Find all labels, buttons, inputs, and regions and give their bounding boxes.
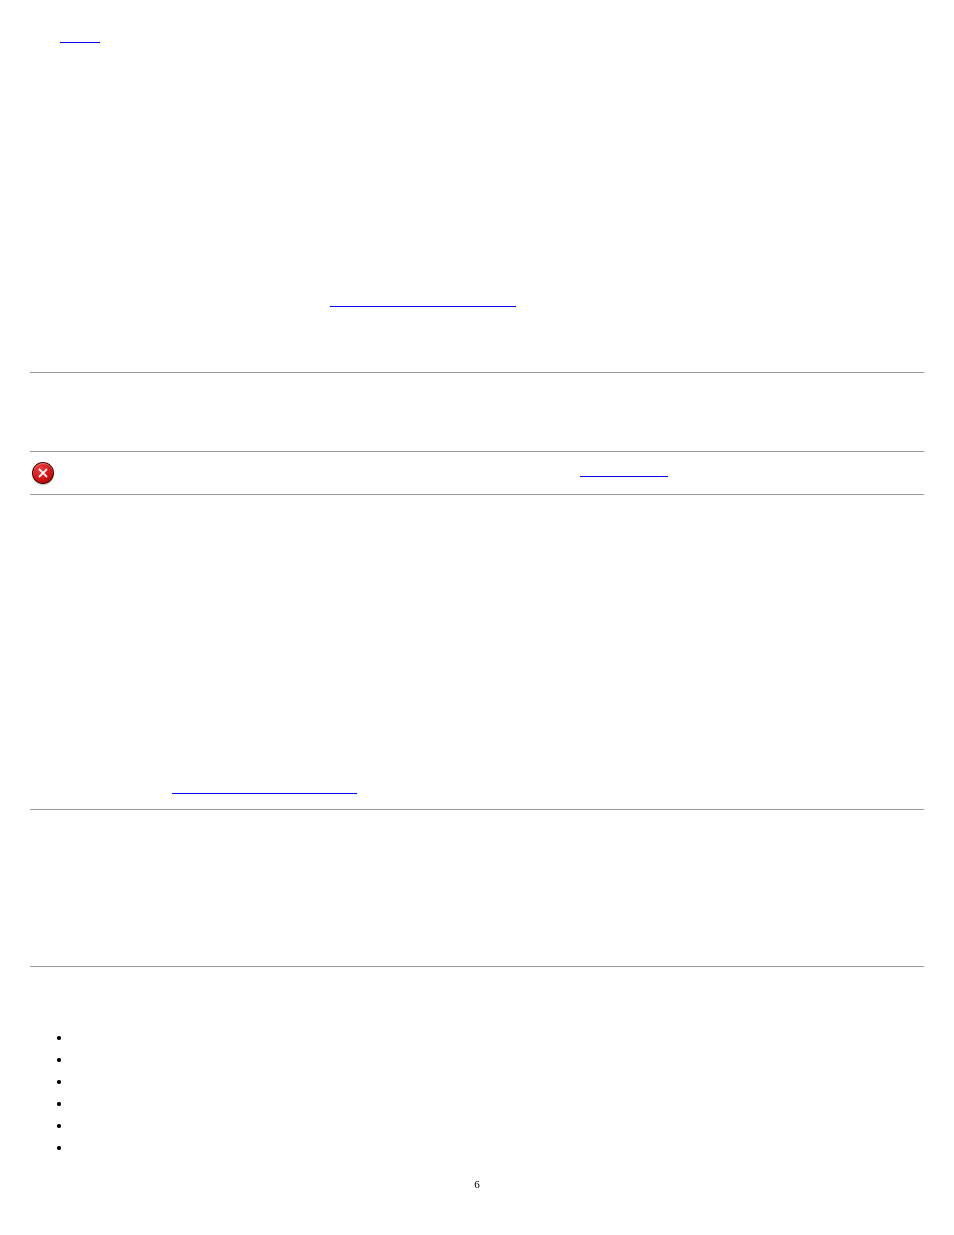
spacer-7 bbox=[30, 967, 924, 1023]
lower-link-row bbox=[172, 781, 924, 799]
spacer-4 bbox=[30, 495, 924, 781]
spacer-6 bbox=[30, 810, 924, 966]
spacer-1 bbox=[30, 48, 924, 294]
top-link[interactable] bbox=[60, 30, 100, 48]
list-item bbox=[72, 1071, 924, 1093]
spacer-2 bbox=[30, 312, 924, 372]
spacer-3 bbox=[30, 373, 924, 451]
error-icon bbox=[32, 462, 54, 484]
list-item bbox=[72, 1027, 924, 1049]
mid-link-text bbox=[330, 294, 516, 307]
notice-row bbox=[30, 452, 924, 494]
lower-link-text bbox=[172, 781, 357, 794]
list-item bbox=[72, 1115, 924, 1137]
mid-link-row bbox=[330, 294, 924, 312]
notice-link[interactable] bbox=[580, 464, 668, 482]
close-x-icon bbox=[38, 468, 48, 478]
lower-link[interactable] bbox=[172, 781, 357, 799]
bullet-list bbox=[30, 1027, 924, 1159]
page: 6 bbox=[0, 0, 954, 1235]
top-link-text bbox=[60, 30, 100, 43]
list-item bbox=[72, 1049, 924, 1071]
top-link-row bbox=[60, 30, 924, 48]
notice-link-text bbox=[580, 464, 668, 477]
spacer-5 bbox=[30, 799, 924, 809]
mid-link[interactable] bbox=[330, 294, 516, 312]
page-number: 6 bbox=[0, 1179, 954, 1191]
list-item bbox=[72, 1093, 924, 1115]
list-item bbox=[72, 1137, 924, 1159]
